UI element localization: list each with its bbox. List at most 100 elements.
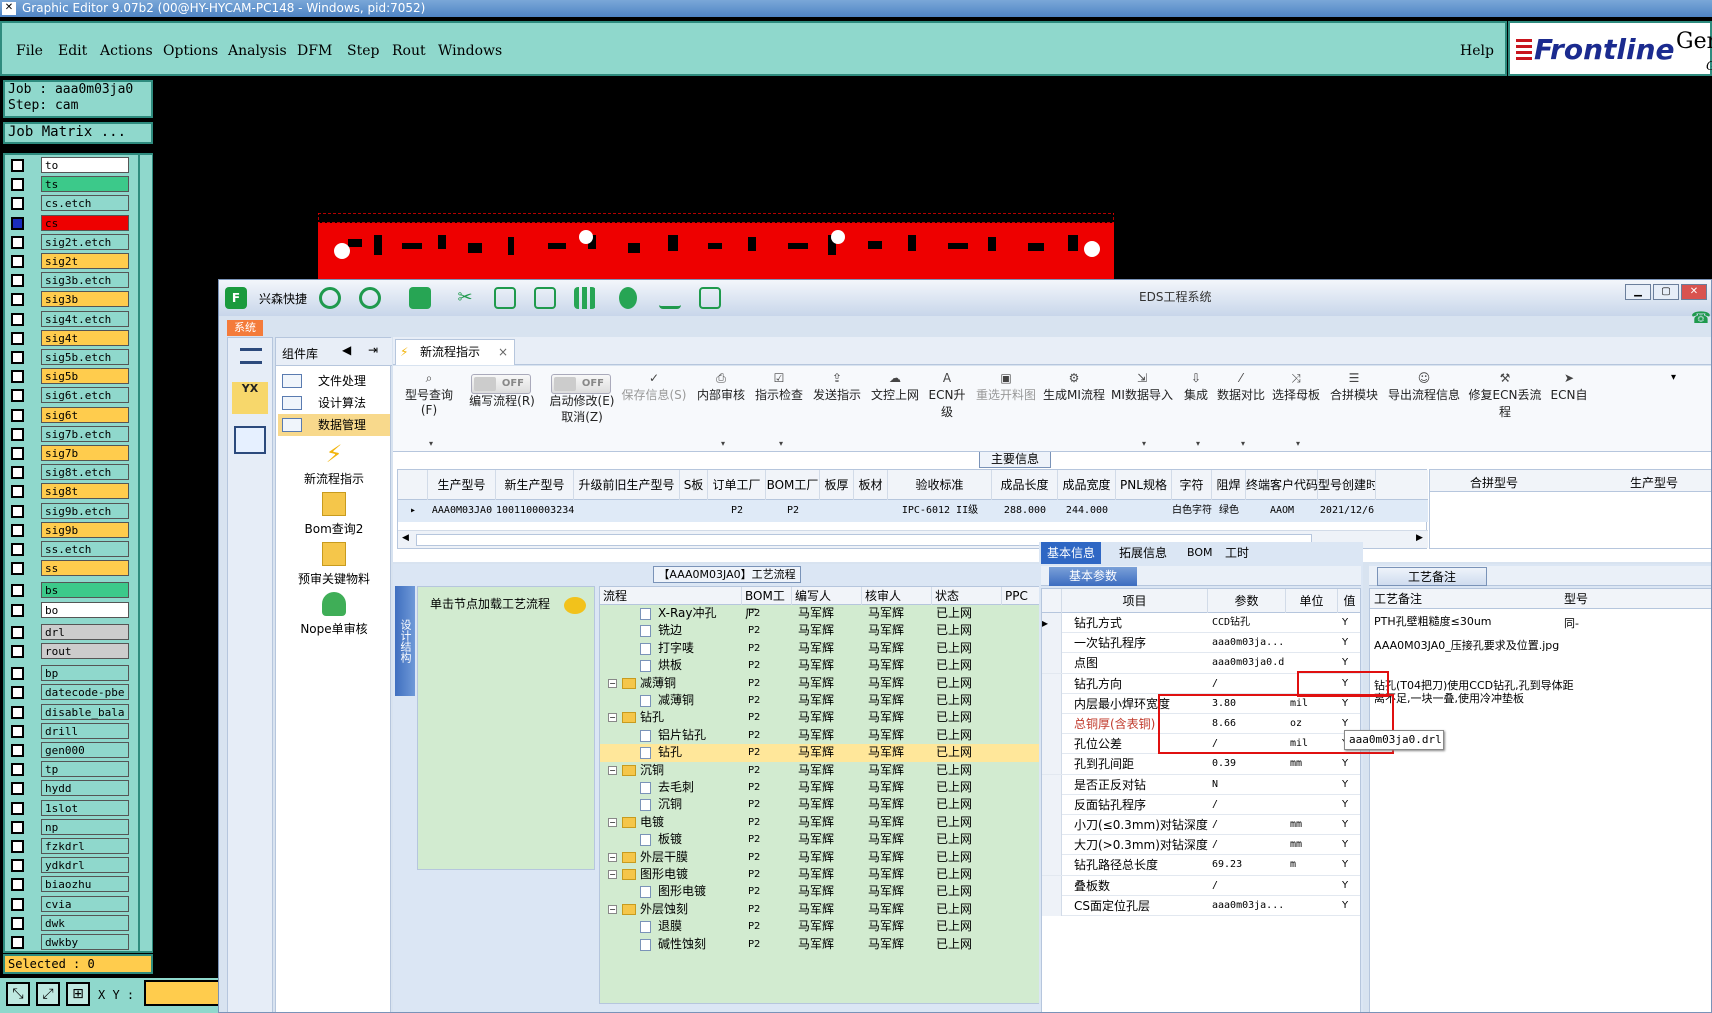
- column-header[interactable]: PNL规格: [1116, 470, 1172, 500]
- layer-checkbox[interactable]: [11, 782, 24, 796]
- column-header[interactable]: 终端客户代码: [1246, 470, 1318, 500]
- layer-name[interactable]: ts: [41, 176, 129, 193]
- layer-name[interactable]: datecode-pbe: [41, 684, 129, 701]
- layer-checkbox[interactable]: [11, 744, 24, 757]
- cancel-button[interactable]: 取消(Z): [543, 408, 621, 428]
- list-item[interactable]: 打字唛 P2 马军辉 马军辉 已上网: [600, 640, 1052, 657]
- layer-name[interactable]: drl: [41, 623, 129, 640]
- layer-checkbox[interactable]: [11, 485, 24, 499]
- comp-item-algorithm[interactable]: 设计算法: [278, 392, 390, 414]
- list-item[interactable]: 板镀 P2 马军辉 马军辉 已上网: [600, 831, 1052, 848]
- table-row[interactable]: 叠板数 / Y: [1042, 875, 1360, 896]
- nope-review-shortcut[interactable]: Nope单审核: [276, 592, 392, 637]
- layer-name[interactable]: tp: [41, 761, 129, 778]
- layer-row[interactable]: sig9b.etch: [9, 502, 129, 520]
- layer-checkbox[interactable]: [11, 370, 24, 384]
- layer-row[interactable]: sig9b: [9, 521, 129, 539]
- column-header[interactable]: S板: [680, 470, 708, 500]
- layer-checkbox[interactable]: [11, 840, 24, 853]
- measure-icon[interactable]: ⤢: [36, 982, 60, 1006]
- layer-checkbox[interactable]: [11, 936, 24, 949]
- column-header[interactable]: 板材: [854, 470, 888, 500]
- column-header[interactable]: 板厚: [820, 470, 854, 500]
- layer-name[interactable]: disable_bala: [41, 703, 129, 720]
- layer-row[interactable]: cvia: [9, 895, 129, 913]
- scroll-left-icon[interactable]: ◀: [402, 533, 409, 543]
- list-item[interactable]: − 电镀 P2 马军辉 马军辉 已上网: [600, 814, 1052, 831]
- menu-options[interactable]: Options: [163, 43, 218, 59]
- layer-row[interactable]: rout: [9, 643, 129, 660]
- refresh-icon[interactable]: [534, 287, 556, 309]
- menu-windows[interactable]: Windows: [438, 43, 502, 59]
- layer-row[interactable]: ss.etch: [9, 541, 129, 558]
- layer-checkbox[interactable]: [11, 763, 24, 777]
- layer-checkbox[interactable]: [11, 408, 24, 422]
- layer-name[interactable]: 1slot: [41, 799, 129, 816]
- collapse-icon[interactable]: −: [608, 817, 617, 827]
- collapse-icon[interactable]: −: [608, 678, 617, 688]
- layer-checkbox[interactable]: [11, 897, 24, 911]
- layer-checkbox[interactable]: [11, 543, 24, 556]
- layer-checkbox[interactable]: [11, 466, 24, 480]
- layer-name[interactable]: ss: [41, 560, 129, 577]
- layer-name[interactable]: sig2t.etch: [41, 233, 129, 250]
- list-item[interactable]: 铝片钻孔 P2 马军辉 马军辉 已上网: [600, 727, 1052, 744]
- layer-name[interactable]: ydkdrl: [41, 857, 129, 874]
- tab-hours[interactable]: 工时: [1219, 542, 1255, 564]
- layer-list-scrollbar[interactable]: [138, 155, 152, 951]
- list-item[interactable]: 去毛刺 P2 马军辉 马军辉 已上网: [600, 779, 1052, 796]
- yx-icon[interactable]: YX: [232, 382, 268, 414]
- menu-dfm[interactable]: DFM: [297, 43, 332, 59]
- layer-checkbox[interactable]: [11, 447, 24, 460]
- menu-analysis[interactable]: Analysis: [228, 43, 287, 59]
- layer-checkbox[interactable]: [11, 523, 24, 537]
- layer-name[interactable]: drill: [41, 722, 129, 739]
- layer-checkbox[interactable]: [11, 705, 24, 719]
- layer-row[interactable]: biaozhu: [9, 876, 129, 893]
- layer-name[interactable]: sig2t: [41, 253, 129, 269]
- layer-name[interactable]: cs.etch: [41, 195, 129, 212]
- list-item[interactable]: 钻孔 P2 马军辉 马军辉 已上网: [600, 744, 1052, 762]
- column-header[interactable]: 成品长度: [992, 470, 1058, 500]
- user-icon[interactable]: [619, 287, 637, 309]
- column-header[interactable]: 型号创建时: [1318, 470, 1376, 500]
- column-header[interactable]: 字符: [1172, 470, 1212, 500]
- layer-checkbox[interactable]: [11, 584, 24, 598]
- layer-row[interactable]: sig5b: [9, 368, 129, 385]
- phone-icon[interactable]: ☎: [1691, 308, 1711, 327]
- param-value[interactable]: 69.23: [1212, 855, 1284, 875]
- layer-checkbox[interactable]: [11, 916, 24, 930]
- layer-name[interactable]: sig7b.etch: [41, 425, 129, 442]
- layer-row[interactable]: sig3b.etch: [9, 272, 129, 289]
- instruction-check-button[interactable]: ☑ 指示检查 ▾: [751, 366, 807, 452]
- layer-name[interactable]: sig4t: [41, 329, 129, 346]
- monitor-icon[interactable]: [699, 287, 721, 309]
- table-row[interactable]: 小刀(≤0.3mm)对钻深度 / mm Y: [1042, 815, 1360, 836]
- layer-name[interactable]: dwkby: [41, 934, 129, 950]
- layer-row[interactable]: sig6t: [9, 406, 129, 424]
- layer-row[interactable]: cs: [9, 214, 129, 232]
- layer-row[interactable]: sig3b: [9, 291, 129, 308]
- layer-row[interactable]: bs: [9, 582, 129, 599]
- column-header[interactable]: 阻焊: [1212, 470, 1246, 500]
- layer-name[interactable]: sig3b: [41, 291, 129, 308]
- column-header[interactable]: 验收标准: [888, 470, 992, 500]
- layer-checkbox[interactable]: [11, 197, 24, 211]
- new-flow-shortcut[interactable]: ⚡ 新流程指示: [276, 442, 392, 487]
- menu-icon[interactable]: [240, 348, 262, 364]
- pin-icon[interactable]: ⇥: [368, 343, 378, 357]
- minimize-button[interactable]: ▁: [1625, 284, 1651, 300]
- scissors-icon[interactable]: ✂: [454, 287, 476, 309]
- layer-checkbox[interactable]: [11, 504, 24, 518]
- param-value[interactable]: /: [1212, 674, 1284, 694]
- param-value[interactable]: /: [1212, 835, 1284, 855]
- ecn-auto-button[interactable]: ➤ ECN自: [1549, 366, 1589, 452]
- list-item[interactable]: − 外层干膜 P2 马军辉 马军辉 已上网: [600, 849, 1052, 866]
- integrate-button[interactable]: ⇩ 集成 ▾: [1177, 366, 1215, 452]
- list-item[interactable]: 图形电镀 P2 马军辉 马军辉 已上网: [600, 883, 1052, 900]
- data-compare-button[interactable]: ⁄ 数据对比 ▾: [1217, 366, 1265, 452]
- layer-name[interactable]: fzkdrl: [41, 838, 129, 854]
- layer-checkbox[interactable]: [11, 820, 24, 834]
- layer-row[interactable]: sig7b.etch: [9, 425, 129, 443]
- layer-checkbox[interactable]: [11, 724, 24, 738]
